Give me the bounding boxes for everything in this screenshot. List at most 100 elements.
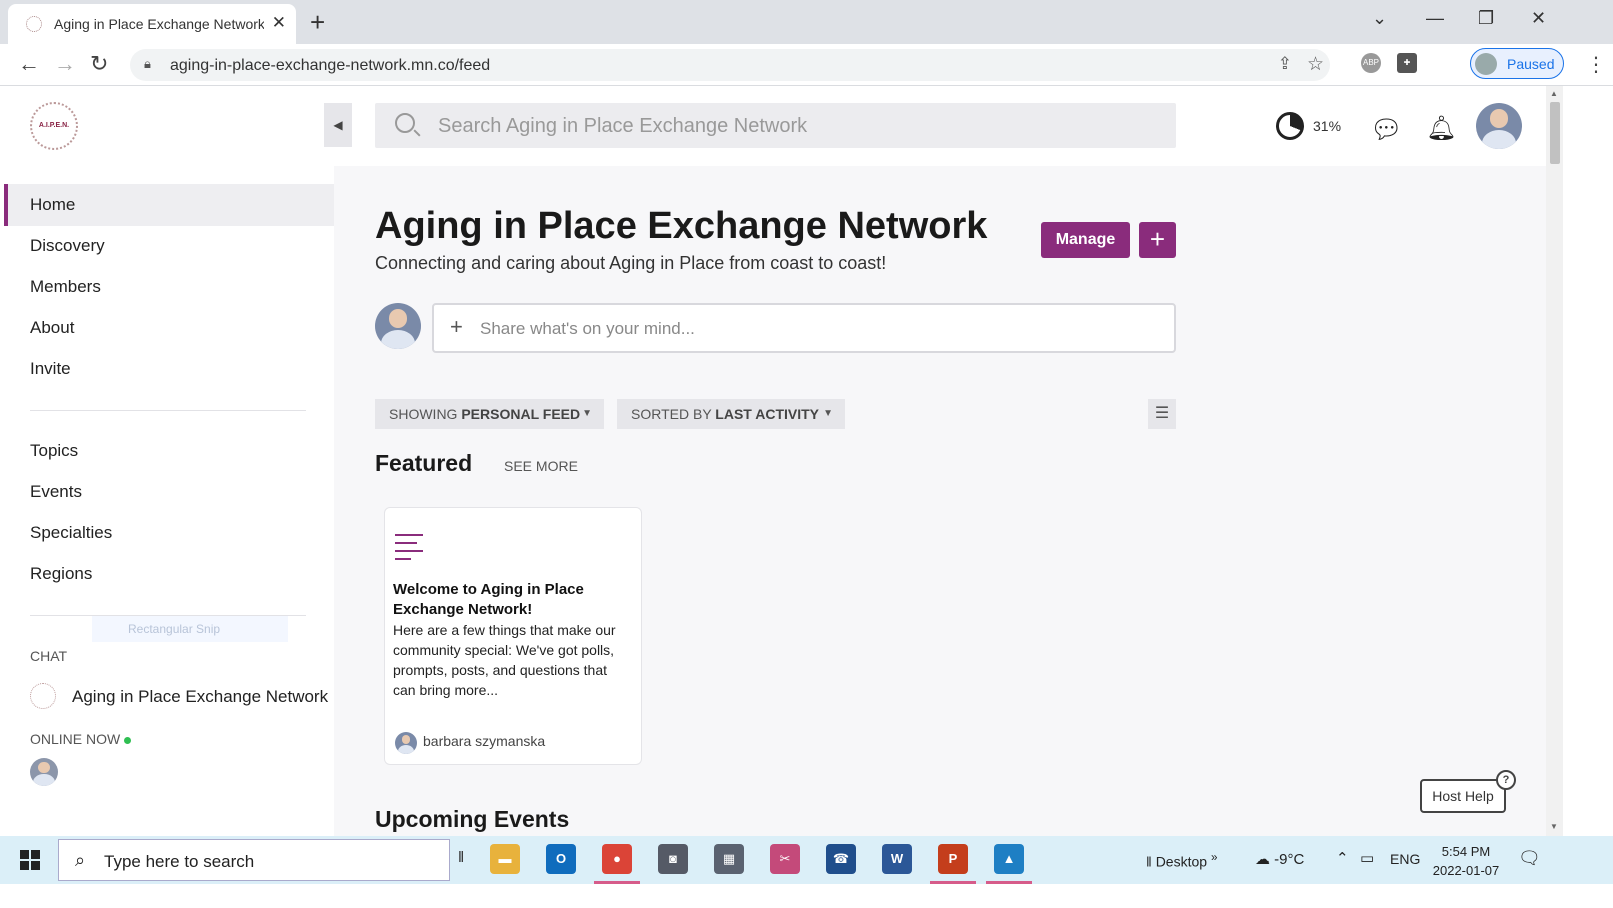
forward-arrow-icon[interactable]: → (54, 51, 76, 77)
list-view-icon[interactable]: ☰ (1148, 399, 1176, 429)
desktop-toolbar[interactable]: ‖ Desktop » (1146, 851, 1217, 870)
online-member-avatar[interactable] (30, 758, 58, 786)
composer-avatar (375, 303, 421, 349)
sidebar: A.I.P.E.N. Home Discovery Members About … (4, 86, 334, 862)
profile-avatar-icon (1475, 53, 1497, 75)
scroll-down-icon[interactable]: ▼ (1550, 822, 1558, 831)
upcoming-events-heading: Upcoming Events (375, 806, 570, 832)
featured-post-card[interactable]: Welcome to Aging in Place Exchange Netwo… (384, 507, 642, 765)
photos-icon[interactable]: ▲ (986, 844, 1032, 884)
tab-search-icon[interactable]: ⌄ (1372, 8, 1387, 29)
notification-center-icon[interactable]: 🗨︎ (1518, 848, 1541, 869)
composer-placeholder: Share what's on your mind... (480, 319, 695, 338)
omnibox[interactable]: 🔒︎ aging-in-place-exchange-network.mn.co… (130, 49, 1330, 81)
post-title[interactable]: Welcome to Aging in Place Exchange Netwo… (393, 580, 633, 620)
language-indicator[interactable]: ENG (1390, 851, 1420, 867)
restore-icon[interactable]: ❐ (1478, 8, 1494, 29)
add-button[interactable]: + (1139, 222, 1176, 258)
page-scrollbar[interactable]: ▲ ▼ (1546, 86, 1563, 836)
post-author[interactable]: barbara szymanska (423, 733, 545, 749)
share-icon[interactable]: ⇪ (1278, 54, 1292, 74)
author-avatar[interactable] (395, 732, 417, 754)
sidebar-item-topics[interactable]: Topics (4, 430, 334, 472)
manage-button[interactable]: Manage (1041, 222, 1130, 258)
featured-heading: Featured (375, 450, 473, 476)
sort-filter-dropdown[interactable]: SORTED BY LAST ACTIVITY ▼ (617, 399, 845, 429)
plus-icon: + (450, 314, 463, 339)
post-excerpt: Here are a few things that make our comm… (393, 622, 616, 698)
host-help-button[interactable]: Host Help (1420, 779, 1506, 813)
post-text-icon (395, 534, 425, 560)
camera-icon[interactable]: ◙ (658, 844, 688, 874)
minimize-icon[interactable]: — (1426, 8, 1444, 29)
sidebar-item-events[interactable]: Events (4, 471, 334, 513)
phone-link-icon[interactable]: ☎ (826, 844, 856, 874)
rectangular-snip-overlay: Rectangular Snip (92, 616, 288, 642)
taskbar-search-input[interactable]: ⌕ Type here to search (58, 839, 450, 881)
clock-date: 2022-01-07 (1432, 863, 1500, 878)
extensions-puzzle-icon[interactable]: ✚ (1397, 53, 1417, 73)
chevron-down-icon: ▼ (582, 408, 592, 419)
url-text[interactable]: aging-in-place-exchange-network.mn.co/fe… (170, 57, 490, 75)
scroll-up-icon[interactable]: ▲ (1550, 89, 1558, 98)
powerpoint-icon[interactable]: P (930, 844, 976, 884)
word-icon[interactable]: W (882, 844, 912, 874)
new-tab-button[interactable]: + (310, 7, 325, 38)
sidebar-item-invite[interactable]: Invite (4, 348, 334, 390)
weather-widget[interactable]: ☁ -9°C (1255, 850, 1304, 868)
online-now-title: ONLINE NOW (30, 731, 132, 747)
sidebar-divider (30, 410, 306, 411)
community-logo[interactable]: A.I.P.E.N. (30, 102, 78, 150)
site-favicon-icon (26, 16, 42, 32)
sidebar-item-about[interactable]: About (4, 307, 334, 349)
notification-bell-icon[interactable]: 🔔︎ (1426, 114, 1456, 143)
profile-paused-button[interactable]: Paused (1470, 48, 1564, 79)
progress-percent[interactable]: 31% (1313, 118, 1341, 134)
search-input[interactable]: Search Aging in Place Exchange Network (375, 103, 1176, 148)
calculator-icon[interactable]: ▦ (714, 844, 744, 874)
network-icon[interactable]: ▭ (1360, 849, 1374, 867)
lock-icon: 🔒︎ (144, 56, 151, 71)
back-arrow-icon[interactable]: ← (18, 51, 40, 77)
page-title: Aging in Place Exchange Network (375, 205, 988, 247)
progress-pie-icon[interactable] (1276, 112, 1304, 140)
chat-item-community[interactable]: Aging in Place Exchange Network (30, 681, 334, 711)
tab-close-icon[interactable]: ✕ (272, 13, 286, 33)
close-window-icon[interactable]: ✕ (1531, 8, 1546, 29)
tab-title: Aging in Place Exchange Network (54, 16, 264, 32)
sidebar-item-members[interactable]: Members (4, 266, 334, 308)
online-status-dot (124, 736, 132, 744)
sidebar-item-specialties[interactable]: Specialties (4, 512, 334, 554)
scrollbar-thumb[interactable] (1550, 102, 1560, 164)
chat-item-label: Aging in Place Exchange Network (72, 687, 329, 706)
chevron-down-icon: ▼ (823, 408, 833, 419)
outlook-icon[interactable]: O (546, 844, 576, 874)
chat-bubbles-icon[interactable]: 💬︎ (1370, 114, 1403, 145)
task-view-icon[interactable]: ‖ (458, 849, 464, 866)
feed-filter-dropdown[interactable]: SHOWING PERSONAL FEED ▼ (375, 399, 604, 429)
windows-start-icon[interactable] (20, 850, 40, 870)
help-question-icon[interactable]: ? (1496, 770, 1516, 790)
user-avatar[interactable] (1476, 103, 1522, 149)
bookmark-star-icon[interactable]: ☆ (1307, 53, 1324, 76)
sidebar-item-home[interactable]: Home (4, 184, 334, 226)
file-explorer-icon[interactable]: ▬ (490, 844, 520, 874)
snipping-tool-icon[interactable]: ✂ (770, 844, 800, 874)
chat-community-icon (30, 683, 56, 709)
sidebar-item-regions[interactable]: Regions (4, 553, 334, 595)
reload-icon[interactable]: ↻ (90, 51, 108, 77)
adblock-extension-icon[interactable]: ABP (1361, 53, 1381, 73)
search-icon (395, 113, 415, 133)
post-composer-input[interactable]: + Share what's on your mind... (432, 303, 1176, 353)
chrome-icon[interactable]: ● (594, 844, 640, 884)
profile-status-label: Paused (1507, 56, 1555, 72)
sidebar-item-discovery[interactable]: Discovery (4, 225, 334, 267)
clock[interactable]: 5:54 PM 2022-01-07 (1432, 842, 1500, 880)
see-more-link[interactable]: SEE MORE (504, 458, 578, 474)
page-subtitle: Connecting and caring about Aging in Pla… (375, 253, 887, 273)
taskbar-search-placeholder: Type here to search (104, 852, 255, 871)
browser-menu-icon[interactable]: ⋮ (1586, 52, 1606, 77)
browser-tab[interactable]: Aging in Place Exchange Network ✕ (8, 4, 296, 44)
collapse-sidebar-button[interactable]: ◀ (324, 103, 352, 147)
chevron-up-icon[interactable]: ⌃ (1336, 849, 1349, 867)
